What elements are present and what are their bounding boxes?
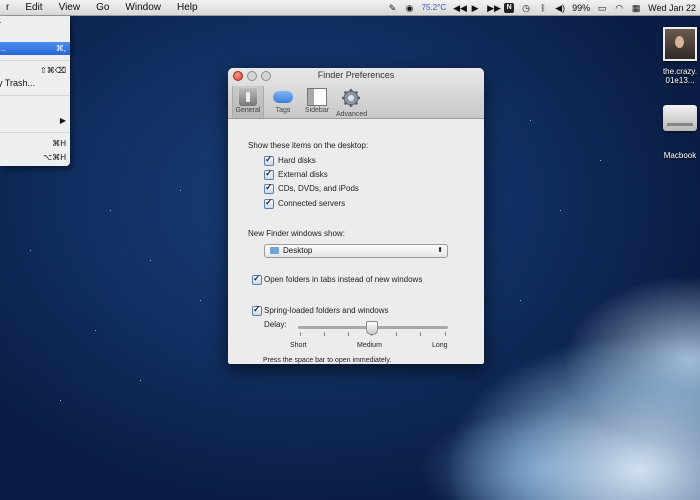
wifi-icon[interactable]: ◠ [614, 3, 624, 13]
tab-label: General [235, 107, 261, 114]
menu-item[interactable]: r [0, 18, 70, 31]
desktop-icon-macbook-hd[interactable]: Macbook [655, 105, 700, 160]
new-window-heading: New Finder windows show: [248, 229, 345, 238]
status-area: ✎ ◉ 75.2°C ◀◀ ▶ ▶▶ N ◷ ᛒ ◀) 99% ▭ ◠ ▦ We… [388, 0, 696, 15]
tab-label: Tags [275, 107, 291, 114]
sync-icon[interactable]: ◉ [405, 3, 415, 13]
open-in-tabs-label: Open folders in tabs instead of new wind… [264, 275, 423, 284]
gear-icon [342, 89, 360, 107]
chevron-right-icon: ▶ [59, 116, 66, 125]
menu-item-label: r [0, 18, 1, 31]
fast-forward-icon[interactable]: ▶▶ [487, 3, 501, 13]
menu-item-shortcut: ⇧⌘⌫ [39, 66, 66, 75]
app-status-icon[interactable]: N [504, 2, 515, 13]
delay-label: Delay: [264, 320, 287, 329]
tab-sidebar[interactable]: Sidebar [302, 86, 332, 118]
spring-loaded-checkbox[interactable] [252, 304, 262, 316]
connected-servers-label: Connected servers [278, 199, 346, 208]
menu-go[interactable]: Go [88, 0, 117, 15]
menu-help[interactable]: Help [169, 0, 206, 15]
tab-label: Sidebar [304, 107, 330, 114]
new-window-popup[interactable]: Desktop ⬍ [264, 244, 448, 258]
delay-slider-knob[interactable] [366, 321, 378, 335]
menu-edit[interactable]: Edit [17, 0, 50, 15]
folder-icon [270, 247, 279, 254]
menu-finder[interactable]: r [0, 0, 17, 15]
cds-dvds-ipods-label: CDs, DVDs, and iPods [278, 184, 359, 193]
evernote-icon[interactable]: ✎ [388, 3, 398, 13]
rewind-icon[interactable]: ◀◀ [453, 3, 467, 13]
cds-dvds-ipods-checkbox[interactable] [264, 182, 274, 194]
play-icon[interactable]: ▶ [470, 3, 480, 13]
desktop-icon-label: Macbook [663, 151, 697, 160]
menu-view[interactable]: View [51, 0, 89, 15]
menu-item-shortcut: ⌘, [55, 44, 66, 53]
menu-separator [0, 132, 70, 133]
tab-label: Advanced [336, 111, 368, 118]
delay-tick-medium: Medium [357, 342, 382, 349]
bluetooth-icon[interactable]: ᛒ [538, 3, 548, 13]
window-toolbar: Finder Preferences General Tags Sidebar [228, 68, 484, 119]
new-window-value: Desktop [283, 246, 313, 255]
general-switch-icon [239, 88, 257, 106]
menu-item-services[interactable]: ▶ [0, 114, 70, 127]
hard-disk-icon [663, 105, 697, 131]
menu-item-shortcut: ⌥⌘H [43, 153, 66, 162]
desktop-icon-label: the.crazy. [662, 67, 698, 76]
time-machine-icon[interactable]: ◷ [521, 3, 531, 13]
menu-window[interactable]: Window [117, 0, 169, 15]
delay-tick-long: Long [432, 342, 448, 349]
temperature-readout[interactable]: 75.2°C [422, 3, 447, 12]
tab-advanced[interactable]: Advanced [336, 86, 368, 118]
spring-loaded-label: Spring-loaded folders and windows [264, 306, 389, 315]
menu-item-secure-empty-trash[interactable]: y Trash... [0, 77, 70, 90]
menu-item-label: y Trash... [0, 78, 36, 88]
menu-separator [0, 60, 70, 61]
external-disks-label: External disks [278, 170, 328, 179]
menu-item-shortcut: ⌘H [52, 139, 66, 148]
menu-item-preferences[interactable]: ... ⌘, [0, 42, 70, 55]
finder-menu-dropdown: r ... ⌘, ⇧⌘⌫ y Trash... ▶ ⌘H ⌥⌘H [0, 16, 70, 166]
menu-item-hide[interactable]: ⌘H [0, 137, 70, 150]
tag-icon [273, 91, 293, 103]
flag-icon[interactable]: ▦ [631, 3, 641, 13]
desktop-icon-image-file[interactable]: the.crazy. 01e13... [655, 27, 700, 85]
delay-tick-short: Short [290, 342, 307, 349]
hard-disks-label: Hard disks [278, 156, 316, 165]
menu-item-label: ... [0, 43, 6, 53]
image-thumbnail-icon [663, 27, 697, 61]
tab-general[interactable]: General [232, 86, 264, 118]
show-desktop-heading: Show these items on the desktop: [248, 141, 369, 150]
spacebar-hint: Press the space bar to open immediately. [263, 357, 392, 364]
tab-tags[interactable]: Tags [268, 86, 298, 118]
open-in-tabs-checkbox[interactable] [252, 273, 262, 285]
sidebar-icon [307, 88, 327, 106]
battery-icon[interactable]: ▭ [597, 3, 607, 13]
finder-preferences-window: Finder Preferences General Tags Sidebar [228, 68, 484, 364]
external-disks-checkbox[interactable] [264, 168, 274, 180]
popup-arrows-icon: ⬍ [437, 247, 443, 254]
desktop-icon-label: 01e13... [665, 76, 695, 85]
menu-item-empty-trash[interactable]: ⇧⌘⌫ [0, 64, 70, 77]
menu-bar: r Edit View Go Window Help ✎ ◉ 75.2°C ◀◀… [0, 0, 700, 16]
clock[interactable]: Wed Jan 22 [648, 3, 696, 13]
volume-icon[interactable]: ◀) [555, 3, 565, 13]
menu-item-hide-others[interactable]: ⌥⌘H [0, 151, 70, 164]
window-title: Finder Preferences [317, 70, 395, 80]
preferences-tabs: General Tags Sidebar Advanced [232, 86, 368, 118]
hard-disks-checkbox[interactable] [264, 154, 274, 166]
connected-servers-checkbox[interactable] [264, 197, 274, 209]
battery-percent[interactable]: 99% [572, 3, 590, 13]
menu-separator [0, 95, 70, 96]
